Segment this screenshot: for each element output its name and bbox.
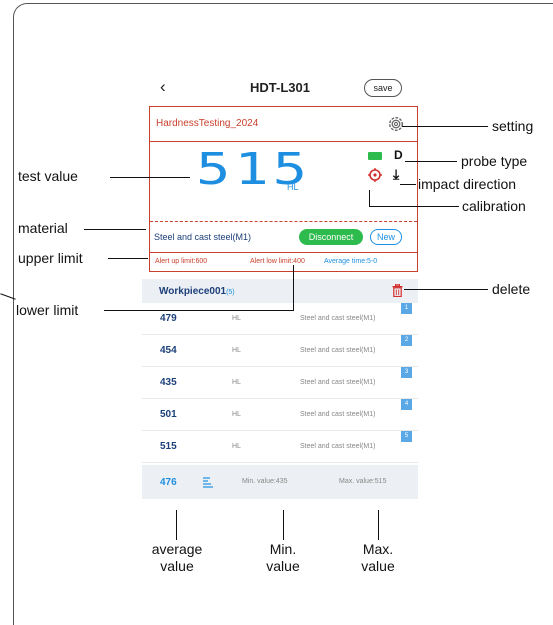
nav-bar: ‹ HDT-L301 save [142,72,418,102]
trash-icon[interactable] [392,284,403,297]
row-value: 501 [160,409,177,420]
leader-impact-direction [400,184,416,185]
workpiece-title: Workpiece001 [159,286,227,297]
file-name: HardnessTesting_2024 [156,118,259,129]
leader-max [378,510,379,540]
label-average-line1: average [151,541,203,557]
row-index-badge: 5 [401,431,412,442]
gear-icon[interactable] [387,115,405,133]
leader-test-value [110,177,190,178]
row-index-badge: 3 [401,367,412,378]
row-index-badge: 4 [401,399,412,410]
average-value: 476 [160,477,177,488]
label-setting: setting [492,118,534,134]
row-index-badge: 1 [401,303,412,314]
label-upper-limit: upper limit [18,250,83,266]
row-unit: HL [232,443,241,450]
test-value-area: 515 HL D ⤓ [150,142,417,222]
row-value: 515 [160,441,177,452]
leader-average [176,510,177,540]
file-row: HardnessTesting_2024 [150,107,417,142]
label-impact-direction: impact direction [418,176,517,192]
limit-row: Alert up limit:600 Alert low limit:400 A… [150,253,417,271]
impact-direction-icon[interactable]: ⤓ [393,166,399,183]
leader-material [84,229,146,230]
label-probe-type: probe type [461,153,528,169]
row-material: Steel and cast steel(M1) [300,315,376,322]
save-button[interactable]: save [364,79,402,97]
row-material: Steel and cast steel(M1) [300,411,376,418]
material-name[interactable]: Steel and cast steel(M1) [154,232,251,242]
row-unit: HL [232,315,241,322]
row-material: Steel and cast steel(M1) [300,347,376,354]
battery-icon [368,152,382,160]
label-min-line2: value [266,558,300,574]
calibration-target-icon[interactable] [368,168,382,182]
label-test-value: test value [18,168,78,184]
label-calibration: calibration [462,198,526,214]
label-max-value: Max. value [338,541,418,575]
workpiece-header: Workpiece001(5) [142,279,418,303]
summary-bar: 476 Min. value:435 Max. value:515 [142,465,418,499]
list-item[interactable]: 435 HL Steel and cast steel(M1) 3 [142,367,418,399]
list-item[interactable]: 515 HL Steel and cast steel(M1) 5 [142,431,418,463]
upper-limit[interactable]: Alert up limit:600 [155,258,207,265]
row-unit: HL [232,379,241,386]
leader-min [283,510,284,540]
lower-limit[interactable]: Alert low limit:400 [250,258,305,265]
leader-probe-type [405,161,457,162]
list-item[interactable]: 454 HL Steel and cast steel(M1) 2 [142,335,418,367]
leader-delete [404,289,488,290]
label-delete: delete [492,281,531,297]
leader-upper-limit [108,258,148,259]
row-value: 435 [160,377,177,388]
label-min-value: Min. value [243,541,323,575]
list-item[interactable]: 501 HL Steel and cast steel(M1) 4 [142,399,418,431]
leader-calibration [369,206,459,207]
row-value: 454 [160,345,177,356]
workpiece-name: Workpiece001(5) [159,286,235,297]
row-value: 479 [160,313,177,324]
leader-lower-limit [104,310,294,311]
label-min-line1: Min. [269,541,297,557]
new-button[interactable]: New [370,229,402,245]
leader-setting [402,126,488,127]
label-average-line2: value [160,558,194,574]
row-unit: HL [232,347,241,354]
measurement-card: HardnessTesting_2024 515 HL D ⤓ Steel an… [149,106,418,272]
min-value: Min. value:435 [242,478,288,485]
row-material: Steel and cast steel(M1) [300,379,376,386]
workpiece-count: (5) [226,289,235,296]
row-material: Steel and cast steel(M1) [300,443,376,450]
disconnect-button[interactable]: Disconnect [299,229,363,245]
average-time[interactable]: Average time:5-0 [324,258,377,265]
row-unit: HL [232,411,241,418]
leader-lower-limit-vertical [293,265,294,311]
label-max-line1: Max. [362,541,394,557]
label-average-value: average value [137,541,217,575]
label-lower-limit: lower limit [16,302,79,318]
statistics-icon[interactable] [202,476,214,488]
app-screen: ‹ HDT-L301 save HardnessTesting_2024 515… [142,72,418,528]
test-value-unit: HL [287,182,299,192]
label-material: material [18,220,68,236]
list-item[interactable]: 479 HL Steel and cast steel(M1) 1 [142,303,418,335]
leader-calibration-vertical [369,190,370,206]
label-max-line2: value [361,558,395,574]
probe-type: D [394,148,403,162]
max-value: Max. value:515 [339,478,387,485]
row-index-badge: 2 [401,335,412,346]
material-row: Steel and cast steel(M1) Disconnect New [150,223,417,253]
